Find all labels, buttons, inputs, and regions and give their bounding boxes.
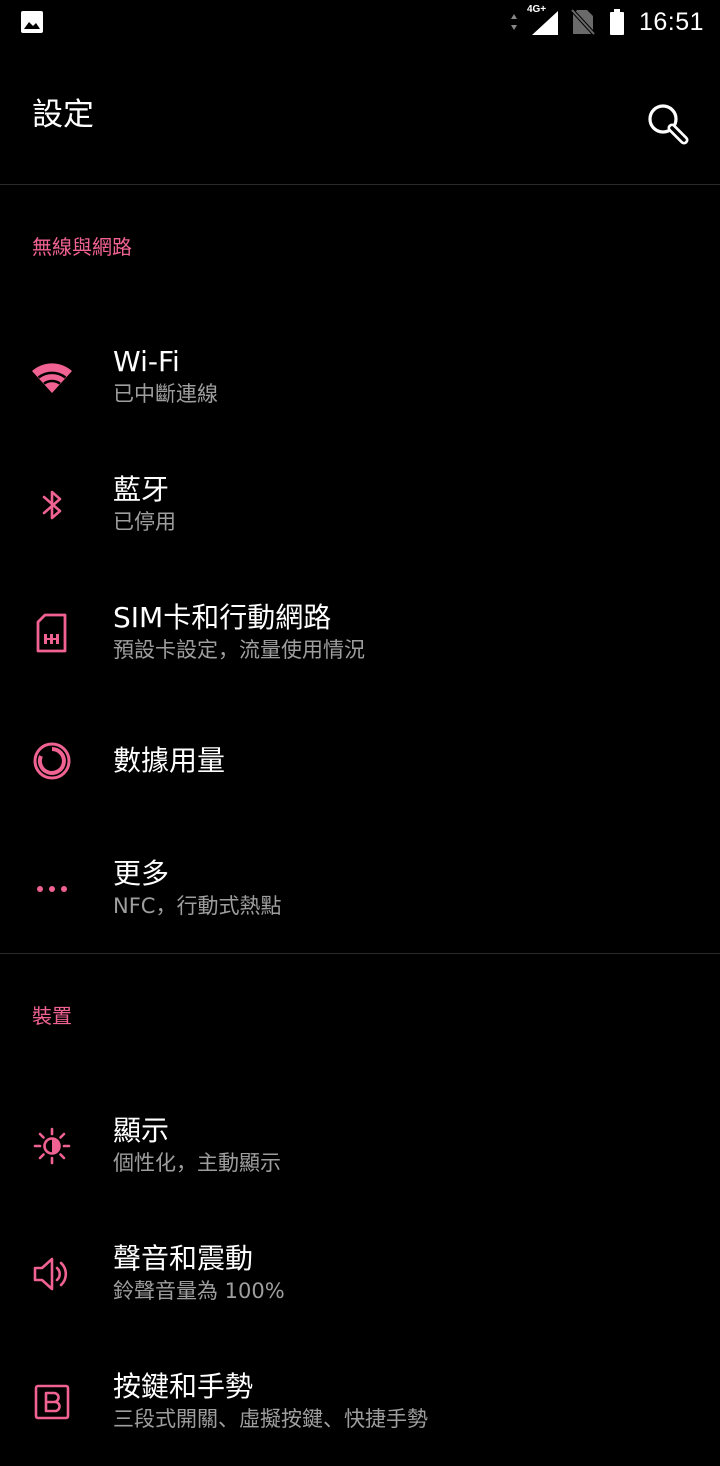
settings-item-bluetooth[interactable]: 藍牙 已停用 bbox=[0, 441, 720, 569]
settings-item-sim[interactable]: SIM卡和行動網路 預設卡設定，流量使用情況 bbox=[0, 569, 720, 697]
search-button[interactable] bbox=[644, 100, 692, 148]
item-summary: 鈴聲音量為 100% bbox=[113, 1279, 285, 1303]
app-bar: 設定 bbox=[0, 48, 720, 185]
item-summary: 已中斷連線 bbox=[113, 382, 218, 406]
wifi-icon bbox=[30, 355, 74, 399]
search-icon bbox=[648, 104, 689, 145]
settings-item-sound[interactable]: 聲音和震動 鈴聲音量為 100% bbox=[0, 1210, 720, 1338]
buttons-icon bbox=[30, 1380, 74, 1424]
brightness-icon bbox=[30, 1124, 74, 1168]
section-header-wireless: 無線與網路 bbox=[0, 185, 720, 313]
battery-icon bbox=[609, 9, 624, 35]
item-title: 顯示 bbox=[113, 1114, 170, 1147]
image-icon bbox=[21, 11, 43, 33]
signal-icon bbox=[531, 11, 558, 35]
settings-item-more[interactable]: 更多 NFC，行動式熱點 bbox=[0, 825, 720, 953]
settings-item-display[interactable]: 顯示 個性化，主動顯示 bbox=[0, 1082, 720, 1210]
item-title: 聲音和震動 bbox=[113, 1242, 254, 1275]
status-bar: 4G+ 16:51 bbox=[0, 0, 720, 48]
volume-icon bbox=[30, 1252, 74, 1296]
section-header-label: 無線與網路 bbox=[32, 235, 132, 259]
sim-card-icon bbox=[30, 611, 74, 655]
item-summary: 預設卡設定，流量使用情況 bbox=[113, 638, 365, 662]
item-summary: 已停用 bbox=[113, 510, 176, 534]
item-summary: 三段式開關、虛擬按鍵、快捷手勢 bbox=[113, 1407, 428, 1431]
signal-group: 4G+ bbox=[521, 4, 561, 38]
status-time: 16:51 bbox=[638, 7, 704, 36]
more-icon bbox=[30, 867, 74, 911]
item-summary: 個性化，主動顯示 bbox=[113, 1151, 281, 1175]
data-arrows-icon bbox=[510, 14, 517, 30]
section-header-label: 裝置 bbox=[32, 1004, 72, 1028]
item-title: 按鍵和手勢 bbox=[113, 1370, 254, 1403]
no-sim-icon bbox=[570, 9, 595, 35]
settings-list: 無線與網路 Wi-Fi 已中斷連線 藍牙 已停用 SIM卡和行動網路 預設卡設定… bbox=[0, 185, 720, 1466]
status-icons: 4G+ 16:51 bbox=[509, 4, 704, 38]
item-title: 藍牙 bbox=[113, 473, 170, 506]
item-summary: NFC，行動式熱點 bbox=[113, 894, 282, 918]
item-title: 更多 bbox=[113, 857, 170, 890]
section-header-device: 裝置 bbox=[0, 954, 720, 1082]
settings-item-data-usage[interactable]: 數據用量 bbox=[0, 697, 720, 825]
page-title: 設定 bbox=[32, 97, 94, 133]
item-title: 數據用量 bbox=[113, 744, 226, 777]
settings-item-buttons[interactable]: 按鍵和手勢 三段式開關、虛擬按鍵、快捷手勢 bbox=[0, 1338, 720, 1466]
bluetooth-icon bbox=[30, 483, 74, 527]
item-title: SIM卡和行動網路 bbox=[113, 601, 332, 634]
data-usage-icon bbox=[30, 739, 74, 783]
settings-item-wifi[interactable]: Wi-Fi 已中斷連線 bbox=[0, 313, 720, 441]
item-title: Wi-Fi bbox=[113, 345, 180, 378]
